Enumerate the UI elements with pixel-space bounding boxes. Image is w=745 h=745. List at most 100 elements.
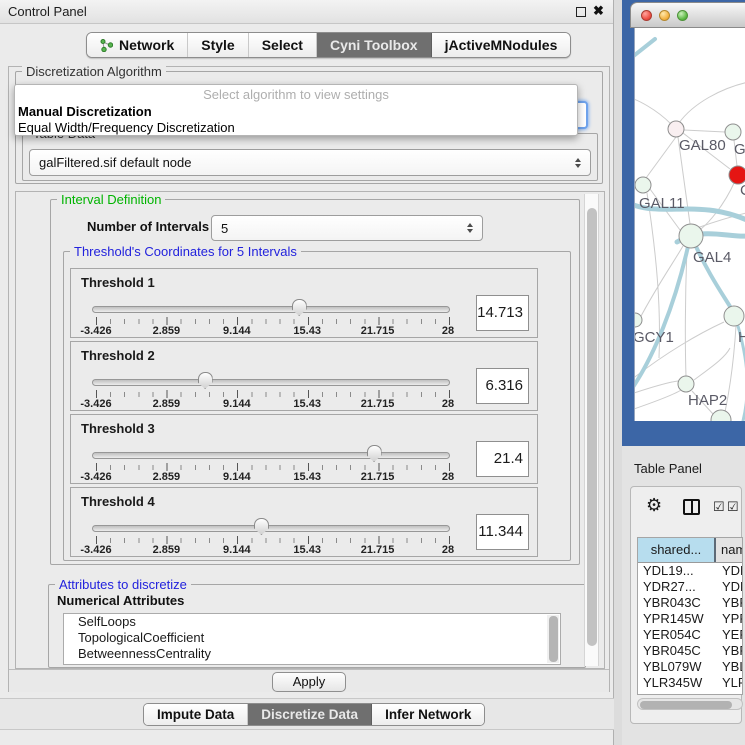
table-row[interactable]: YBR043CYBR043C [638,595,742,611]
cell-name[interactable]: YER054C [716,627,742,643]
window-zoom-icon[interactable] [677,10,688,21]
network-window-titlebar[interactable] [630,2,745,28]
cell-name[interactable]: YLR345W [716,675,742,691]
cell-shared-name[interactable]: YBR043C [638,595,716,611]
attribute-list-item[interactable]: SelfLoops [64,614,560,630]
column-header-shared-name[interactable]: shared... [638,538,716,562]
network-edge[interactable] [635,390,681,410]
bottom-tabbar: Impute Data Discretize Data Infer Networ… [0,698,614,730]
threshold-slider-track[interactable] [92,379,450,386]
network-edge[interactable] [701,181,735,229]
axis-tick-label: 15.43 [293,544,321,556]
threshold-value-field[interactable]: 21.4 [476,441,529,477]
apply-button[interactable]: Apply [272,672,346,692]
threshold-slider-track[interactable] [92,525,450,532]
table-data-combobox[interactable]: galFiltered.sif default node [29,149,591,176]
threshold-value-field[interactable]: 11.344 [476,514,529,550]
numerical-attributes-list[interactable]: SelfLoopsTopologicalCoefficientBetweenne… [63,613,561,665]
cell-shared-name[interactable]: YIL052C [638,691,716,695]
network-edge-thick[interactable] [635,39,655,58]
cell-shared-name[interactable]: YPR145W [638,611,716,627]
attribute-items: SelfLoopsTopologicalCoefficientBetweenne… [64,614,560,662]
tab-cyni-toolbox[interactable]: Cyni Toolbox [317,33,432,57]
cell-shared-name[interactable]: YBL079W [638,659,716,675]
network-edge-thick[interactable] [635,242,689,390]
threshold-slider-thumb[interactable] [292,299,307,316]
settings-vertical-scrollbar[interactable] [584,194,599,666]
algorithm-option-manual[interactable]: Manual Discretization [18,104,152,119]
attribute-list-item[interactable]: BetweennessCentrality [64,646,560,662]
cell-shared-name[interactable]: YLR345W [638,675,716,691]
close-icon[interactable]: ✖ [593,3,604,19]
network-edge[interactable] [646,137,676,178]
network-node-HAP2[interactable] [678,376,694,392]
cell-shared-name[interactable]: YDL19... [638,563,716,579]
network-node-GCY1[interactable] [635,313,642,327]
network-edge[interactable] [685,248,687,376]
network-node-H[interactable] [724,306,744,326]
cell-name[interactable]: YIL052C [716,691,742,695]
table-row[interactable]: YER054CYER054C [638,627,742,643]
table-row[interactable]: YPR145WYPR145W [638,611,742,627]
network-edge[interactable] [679,80,745,123]
axis-tick-label: 28 [442,471,454,483]
network-node-GAL80[interactable] [668,121,684,137]
checkbox-icon[interactable]: ☑ [727,499,739,515]
slider-major-tick-marks [96,317,450,325]
checkbox-icon[interactable]: ☑ [713,499,725,515]
threshold-value-field[interactable]: 6.316 [476,368,529,404]
table-row[interactable]: YBR045CYBR045C [638,643,742,659]
threshold-slider-thumb[interactable] [254,518,269,535]
algorithm-option-equal-width[interactable]: Equal Width/Frequency Discretization [18,120,235,135]
network-node-GAL[interactable] [725,124,741,140]
cell-name[interactable]: YBL079W [716,659,742,675]
cell-name[interactable]: YDL19 [716,563,742,579]
table-row[interactable]: YIL052CYIL052C [638,691,742,695]
tab-infer-network[interactable]: Infer Network [372,704,484,725]
network-edge[interactable] [694,348,730,380]
window-minimize-icon[interactable] [659,10,670,21]
table-row[interactable]: YDL19...YDL19 [638,563,742,579]
threshold-box-4: Threshold 4 -3.4262.8599.14415.4321.7152… [70,487,538,557]
tab-style[interactable]: Style [188,33,248,57]
table-row[interactable]: YLR345WYLR345W [638,675,742,691]
window-close-icon[interactable] [641,10,652,21]
threshold-slider-track[interactable] [92,306,450,313]
table-horizontal-scrollbar[interactable] [637,698,743,710]
cell-shared-name[interactable]: YER054C [638,627,716,643]
attributes-scrollbar[interactable] [547,615,559,663]
network-canvas[interactable]: GAL80GALCGAL11GAL4GCY1HHAP2 [634,28,745,421]
network-node-GAL4[interactable] [679,224,703,248]
attribute-list-item[interactable]: TopologicalCoefficient [64,630,560,646]
network-edge[interactable] [635,98,671,124]
cell-name[interactable]: YDR27 [716,579,742,595]
tab-discretize-data[interactable]: Discretize Data [248,704,372,725]
slider-axis-labels: -3.4262.8599.14415.4321.71528 [71,398,537,410]
number-of-intervals-combobox[interactable]: 5 [211,215,483,241]
network-node-GAL11[interactable] [635,177,651,193]
cell-name[interactable]: YBR043C [716,595,742,611]
gear-icon[interactable]: ⚙ [646,495,662,516]
cell-name[interactable]: YBR045C [716,643,742,659]
split-columns-icon[interactable] [683,499,700,515]
network-edge[interactable] [635,381,678,394]
threshold-slider-thumb[interactable] [198,372,213,389]
cell-name[interactable]: YPR145W [716,611,742,627]
tab-jactivemnodules[interactable]: jActiveMNodules [432,33,571,57]
network-edge[interactable] [684,130,725,132]
threshold-value-field[interactable]: 14.713 [476,295,529,331]
column-header-name[interactable]: name [716,538,742,562]
number-of-intervals-label: Number of Intervals [87,219,209,234]
network-edge[interactable] [640,246,683,318]
table-row[interactable]: YBL079WYBL079W [638,659,742,675]
float-window-icon[interactable] [576,7,586,17]
threshold-slider-thumb[interactable] [367,445,382,462]
tab-impute-data[interactable]: Impute Data [144,704,248,725]
threshold-slider-track[interactable] [92,452,450,459]
tab-select[interactable]: Select [249,33,317,57]
table-row[interactable]: YDR27...YDR27 [638,579,742,595]
cell-shared-name[interactable]: YDR27... [638,579,716,595]
cell-shared-name[interactable]: YBR045C [638,643,716,659]
tab-network[interactable]: Network [87,33,188,57]
network-node[interactable] [711,410,731,421]
